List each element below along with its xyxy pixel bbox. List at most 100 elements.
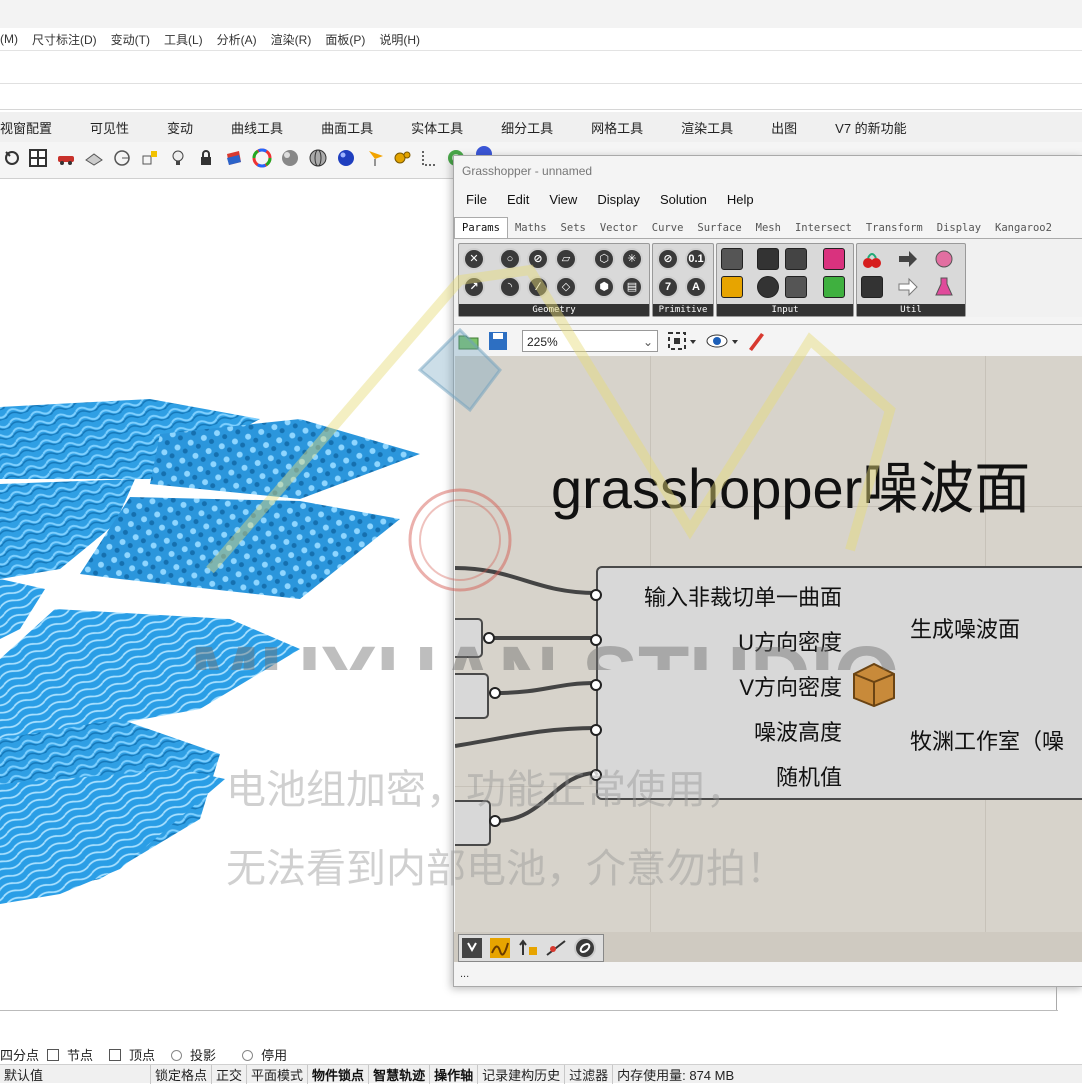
- trim-icon[interactable]: [545, 937, 567, 959]
- surface-param-icon[interactable]: ▱: [555, 248, 577, 270]
- status-gumball[interactable]: 操作轴: [430, 1064, 479, 1084]
- gh-menu-solution[interactable]: Solution: [660, 192, 707, 207]
- snap-vertex-option[interactable]: 顶点: [109, 1045, 163, 1064]
- input-port[interactable]: [590, 634, 602, 646]
- input-port[interactable]: [590, 769, 602, 781]
- gh-tab-vector[interactable]: Vector: [593, 218, 645, 238]
- snap-knot-option[interactable]: 节点: [47, 1045, 101, 1064]
- status-smarttrack[interactable]: 智慧轨迹: [369, 1064, 431, 1084]
- command-area[interactable]: [0, 50, 1082, 110]
- gh-menu-display[interactable]: Display: [597, 192, 640, 207]
- gh-canvas[interactable]: grasshopper噪波面 输入非裁切单一曲面 U方向密度 V方向密度 噪波高…: [455, 356, 1082, 936]
- zoom-extents-icon[interactable]: [666, 330, 696, 352]
- status-planar[interactable]: 平面模式: [247, 1064, 309, 1084]
- wireframe-sphere-icon[interactable]: [308, 148, 328, 168]
- circle-param-icon[interactable]: ○: [499, 248, 521, 270]
- gh-tab-sets[interactable]: Sets: [554, 218, 593, 238]
- snap-disable-radio[interactable]: [242, 1049, 254, 1061]
- output-port[interactable]: [489, 687, 501, 699]
- material-icon[interactable]: [224, 148, 244, 168]
- input-port[interactable]: [590, 679, 602, 691]
- gradient-icon[interactable]: [823, 248, 845, 270]
- gh-tab-intersect[interactable]: Intersect: [788, 218, 859, 238]
- status-ortho[interactable]: 正交: [212, 1064, 248, 1084]
- gh-tab-maths[interactable]: Maths: [508, 218, 554, 238]
- layer-icon[interactable]: [84, 148, 104, 168]
- menu-item-render[interactable]: 渲染(R): [271, 31, 312, 48]
- snap-disable-option[interactable]: 停用: [242, 1045, 295, 1064]
- light-bulb-icon[interactable]: [168, 148, 188, 168]
- snap-knot-checkbox[interactable]: [47, 1048, 60, 1061]
- gh-tab-display[interactable]: Display: [930, 218, 988, 238]
- field-param-icon[interactable]: ▤: [621, 276, 643, 298]
- color-wheel-icon[interactable]: [252, 148, 272, 168]
- gh-menu-help[interactable]: Help: [727, 192, 754, 207]
- curve-hex-icon[interactable]: [573, 937, 597, 959]
- snap-vertex-checkbox[interactable]: [109, 1048, 122, 1061]
- source-slider-seed[interactable]: [455, 800, 491, 846]
- sketch-pen-icon[interactable]: [746, 329, 768, 353]
- menu-item-modeling[interactable]: (M): [0, 32, 18, 46]
- preview-eye-icon[interactable]: [706, 330, 742, 352]
- snap-project-option[interactable]: 投影: [171, 1045, 224, 1064]
- gh-tab-surface[interactable]: Surface: [690, 218, 748, 238]
- gh-menu-edit[interactable]: Edit: [507, 192, 529, 207]
- snap-quad[interactable]: 四分点: [0, 1045, 39, 1064]
- geometry-param-icon[interactable]: ⬢: [593, 276, 615, 298]
- snap-icon[interactable]: [140, 148, 160, 168]
- status-osnap[interactable]: 物件锁点: [308, 1064, 370, 1084]
- tab-surface-tools[interactable]: 曲面工具: [302, 118, 392, 137]
- render-sphere-icon[interactable]: [336, 148, 356, 168]
- swatch-icon[interactable]: [823, 276, 845, 298]
- gh-menu-file[interactable]: File: [466, 192, 487, 207]
- tab-v7-new[interactable]: V7 的新功能: [816, 118, 926, 137]
- tab-transform[interactable]: 变动: [148, 118, 212, 137]
- open-file-icon[interactable]: [458, 331, 480, 351]
- number-param-icon[interactable]: 0.1: [685, 248, 707, 270]
- flag-icon[interactable]: [366, 148, 386, 168]
- panel-input-icon[interactable]: [721, 248, 743, 270]
- menu-item-tools[interactable]: 工具(L): [164, 31, 203, 48]
- tab-subd-tools[interactable]: 细分工具: [482, 118, 572, 137]
- output-port[interactable]: [489, 815, 501, 827]
- tree-icon[interactable]: [861, 276, 883, 298]
- tab-visibility[interactable]: 可见性: [71, 118, 148, 137]
- value-list-icon[interactable]: [785, 276, 807, 298]
- tab-solid-tools[interactable]: 实体工具: [392, 118, 482, 137]
- graph-mapper-icon[interactable]: [721, 276, 743, 298]
- source-slider-u[interactable]: [455, 618, 483, 658]
- tab-viewport-layout[interactable]: 视窗配置: [0, 118, 71, 137]
- tab-render-tools[interactable]: 渲染工具: [662, 118, 752, 137]
- menu-item-dimension[interactable]: 尺寸标注(D): [32, 31, 97, 48]
- status-filter[interactable]: 过滤器: [565, 1064, 614, 1084]
- relay-arrow-icon[interactable]: [897, 248, 919, 270]
- status-grid-snap[interactable]: 锁定格点: [151, 1064, 213, 1084]
- panel-icon[interactable]: [461, 937, 483, 959]
- graph-icon[interactable]: [489, 937, 511, 959]
- lock-icon[interactable]: [196, 148, 216, 168]
- gh-tab-kangaroo2[interactable]: Kangaroo2: [988, 218, 1059, 238]
- brep-param-icon[interactable]: ⬡: [593, 248, 615, 270]
- status-layer[interactable]: 默认值: [0, 1064, 151, 1084]
- bake-icon[interactable]: [517, 937, 539, 959]
- digit-scroller-icon[interactable]: [785, 248, 807, 270]
- gear-cluster-icon[interactable]: [392, 148, 412, 168]
- input-port[interactable]: [590, 724, 602, 736]
- gh-tab-transform[interactable]: Transform: [859, 218, 930, 238]
- rotate-view-icon[interactable]: [2, 148, 22, 168]
- vector-param-icon[interactable]: ↗: [463, 276, 485, 298]
- relay-outline-arrow-icon[interactable]: [897, 276, 919, 298]
- tab-curve-tools[interactable]: 曲线工具: [212, 118, 302, 137]
- four-viewports-icon[interactable]: [28, 148, 48, 168]
- text-param-icon[interactable]: A: [685, 276, 707, 298]
- flask-icon[interactable]: [933, 276, 955, 298]
- status-history[interactable]: 记录建构历史: [478, 1064, 566, 1084]
- dimension-icon[interactable]: [420, 148, 440, 168]
- cherry-icon[interactable]: [861, 248, 883, 270]
- galapagos-icon[interactable]: [933, 248, 955, 270]
- output-port[interactable]: [483, 632, 495, 644]
- mesh-param-icon[interactable]: ✳: [621, 248, 643, 270]
- zoom-select[interactable]: 225% ⌄: [522, 330, 658, 352]
- menu-item-analyze[interactable]: 分析(A): [217, 31, 257, 48]
- toggle-icon[interactable]: [757, 248, 779, 270]
